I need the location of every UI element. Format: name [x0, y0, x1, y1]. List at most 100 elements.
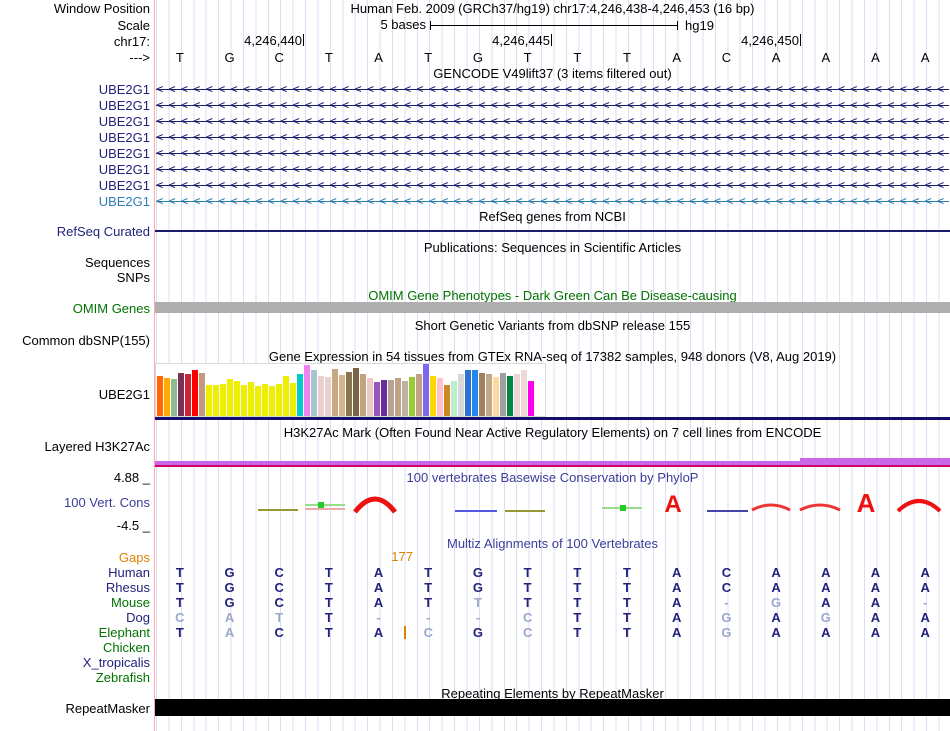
gtex-tissue-bar[interactable] — [164, 378, 170, 416]
gencode-gene-intron-arrows[interactable]: <<<<<<<<<<<<<<<<<<<<<<<<<<<<<<<<<<<<<<<<… — [156, 147, 949, 160]
gtex-tissue-bar[interactable] — [374, 382, 380, 416]
gencode-gene-label[interactable]: UBE2G1 — [0, 194, 150, 209]
gtex-tissue-bar[interactable] — [346, 372, 352, 416]
conservation-track-label[interactable]: 100 Vert. Cons — [0, 495, 150, 510]
multiz-species-label[interactable]: Mouse — [0, 595, 150, 610]
gtex-tissue-bar[interactable] — [409, 377, 415, 416]
gtex-tissue-bar[interactable] — [367, 378, 373, 416]
gtex-tissue-bar[interactable] — [451, 381, 457, 416]
gencode-gene-label[interactable]: UBE2G1 — [0, 162, 150, 177]
gtex-tissue-bar[interactable] — [171, 379, 177, 416]
gtex-tissue-bar[interactable] — [241, 385, 247, 416]
common-dbsnp-label[interactable]: Common dbSNP(155) — [0, 333, 150, 348]
multiz-species-label[interactable]: Elephant — [0, 625, 150, 640]
alignment-base: - — [453, 610, 503, 625]
gtex-gene-label[interactable]: UBE2G1 — [0, 387, 150, 402]
gtex-tissue-bar[interactable] — [325, 377, 331, 416]
gencode-gene-label[interactable]: UBE2G1 — [0, 82, 150, 97]
repeatmasker-label[interactable]: RepeatMasker — [0, 701, 150, 716]
multiz-species-label[interactable]: Dog — [0, 610, 150, 625]
gtex-tissue-bar[interactable] — [437, 378, 443, 416]
gtex-tissue-bar[interactable] — [395, 378, 401, 416]
gencode-gene-intron-arrows[interactable]: <<<<<<<<<<<<<<<<<<<<<<<<<<<<<<<<<<<<<<<<… — [156, 195, 949, 208]
gtex-tissue-bar[interactable] — [304, 365, 310, 416]
multiz-species-label[interactable]: X_tropicalis — [0, 655, 150, 670]
alignment-base: T — [503, 595, 553, 610]
gtex-tissue-bar[interactable] — [332, 369, 338, 416]
alignment-base: A — [652, 625, 702, 640]
multiz-species-label[interactable]: Zebrafish — [0, 670, 150, 685]
gtex-tissue-bar[interactable] — [500, 373, 506, 416]
gtex-tissue-bar[interactable] — [465, 370, 471, 416]
gtex-tissue-bar[interactable] — [178, 373, 184, 416]
gtex-tissue-bar[interactable] — [220, 384, 226, 416]
gtex-tissue-bar[interactable] — [318, 376, 324, 416]
h3k27ac-signal-line[interactable] — [155, 465, 950, 467]
gencode-gene-label[interactable]: UBE2G1 — [0, 98, 150, 113]
gtex-tissue-bar[interactable] — [339, 375, 345, 416]
gtex-tissue-bar[interactable] — [521, 370, 527, 416]
gtex-tissue-bar[interactable] — [472, 370, 478, 416]
gtex-tissue-bar[interactable] — [269, 386, 275, 416]
gtex-tissue-bar[interactable] — [423, 364, 429, 416]
gtex-tissue-bar[interactable] — [430, 376, 436, 416]
publications-snps-label[interactable]: SNPs — [0, 270, 150, 285]
gtex-tissue-bar[interactable] — [185, 374, 191, 416]
gtex-tissue-bar[interactable] — [493, 377, 499, 416]
omim-genes-bar[interactable] — [155, 302, 950, 313]
gtex-tissue-bar[interactable] — [206, 385, 212, 416]
alignment-base: G — [453, 580, 503, 595]
gtex-tissue-bar[interactable] — [528, 381, 534, 416]
gtex-tissue-bar[interactable] — [416, 374, 422, 416]
gtex-tissue-bar[interactable] — [311, 370, 317, 416]
gtex-tissue-bar[interactable] — [213, 385, 219, 416]
alignment-base: G — [801, 610, 851, 625]
gtex-tissue-bar[interactable] — [458, 374, 464, 416]
gencode-gene-intron-arrows[interactable]: <<<<<<<<<<<<<<<<<<<<<<<<<<<<<<<<<<<<<<<<… — [156, 179, 949, 192]
gtex-tissue-bar[interactable] — [486, 374, 492, 416]
gtex-tissue-bar[interactable] — [227, 379, 233, 416]
multiz-species-label[interactable]: Chicken — [0, 640, 150, 655]
gtex-tissue-bar[interactable] — [255, 386, 261, 416]
gtex-expression-barchart[interactable] — [155, 363, 546, 417]
gtex-tissue-bar[interactable] — [444, 385, 450, 416]
gencode-gene-intron-arrows[interactable]: <<<<<<<<<<<<<<<<<<<<<<<<<<<<<<<<<<<<<<<<… — [156, 131, 949, 144]
gtex-tissue-bar[interactable] — [192, 370, 198, 416]
gencode-gene-label[interactable]: UBE2G1 — [0, 114, 150, 129]
omim-genes-label[interactable]: OMIM Genes — [0, 301, 150, 316]
publications-sequences-label[interactable]: Sequences — [0, 255, 150, 270]
gencode-gene-intron-arrows[interactable]: <<<<<<<<<<<<<<<<<<<<<<<<<<<<<<<<<<<<<<<<… — [156, 163, 949, 176]
gtex-tissue-bar[interactable] — [507, 376, 513, 416]
gtex-tissue-bar[interactable] — [283, 376, 289, 416]
gtex-tissue-bar[interactable] — [199, 373, 205, 416]
gtex-tissue-bar[interactable] — [276, 384, 282, 416]
gencode-gene-label[interactable]: UBE2G1 — [0, 146, 150, 161]
gencode-gene-intron-arrows[interactable]: <<<<<<<<<<<<<<<<<<<<<<<<<<<<<<<<<<<<<<<<… — [156, 99, 949, 112]
dna-sequence-row[interactable]: TGCTATGTTTACAAAA — [155, 50, 950, 65]
gtex-tissue-bar[interactable] — [381, 380, 387, 416]
gtex-tissue-bar[interactable] — [234, 381, 240, 416]
gtex-tissue-bar[interactable] — [262, 384, 268, 416]
multiz-species-label[interactable]: Rhesus — [0, 580, 150, 595]
gtex-tissue-bar[interactable] — [402, 381, 408, 416]
gtex-tissue-bar[interactable] — [360, 374, 366, 416]
multiz-gaps-label[interactable]: Gaps — [0, 550, 150, 565]
gencode-gene-label[interactable]: UBE2G1 — [0, 130, 150, 145]
gencode-gene-label[interactable]: UBE2G1 — [0, 178, 150, 193]
gtex-tissue-bar[interactable] — [479, 373, 485, 416]
gtex-tissue-bar[interactable] — [388, 380, 394, 416]
gtex-tissue-bar[interactable] — [290, 383, 296, 416]
gtex-tissue-bar[interactable] — [248, 382, 254, 416]
alignment-base: A — [801, 565, 851, 580]
refseq-curated-label[interactable]: RefSeq Curated — [0, 224, 150, 239]
gencode-gene-intron-arrows[interactable]: <<<<<<<<<<<<<<<<<<<<<<<<<<<<<<<<<<<<<<<<… — [156, 83, 949, 96]
gtex-tissue-bar[interactable] — [157, 376, 163, 416]
layered-h3k27ac-label[interactable]: Layered H3K27Ac — [0, 439, 150, 454]
gencode-gene-intron-arrows[interactable]: <<<<<<<<<<<<<<<<<<<<<<<<<<<<<<<<<<<<<<<<… — [156, 115, 949, 128]
gtex-tissue-bar[interactable] — [353, 368, 359, 416]
gtex-tissue-bar[interactable] — [297, 374, 303, 416]
repeatmasker-element-bar[interactable] — [155, 699, 950, 716]
multiz-species-label[interactable]: Human — [0, 565, 150, 580]
gtex-tissue-bar[interactable] — [514, 374, 520, 416]
refseq-curated-gene-line[interactable] — [155, 230, 950, 232]
